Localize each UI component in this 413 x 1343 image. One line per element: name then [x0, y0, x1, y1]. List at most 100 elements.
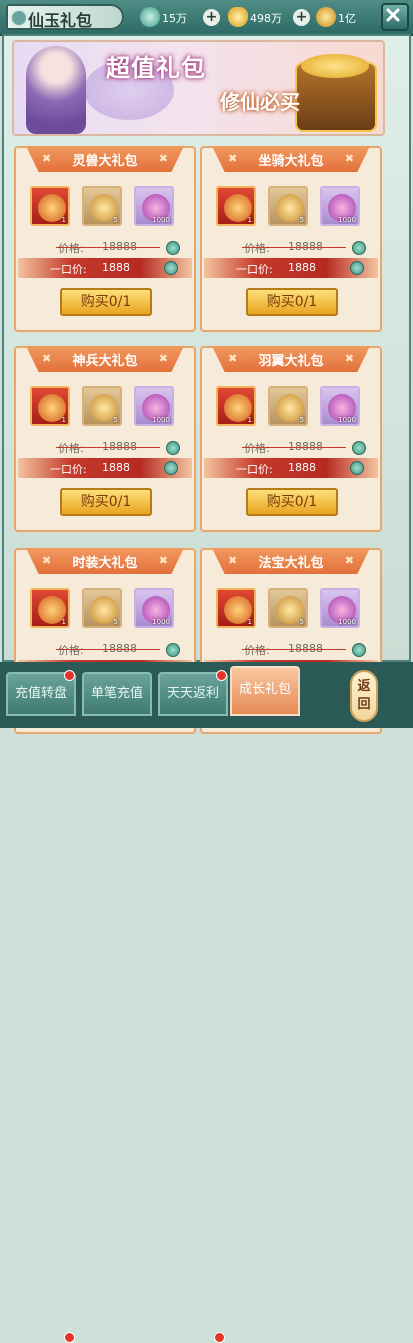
jade-icon [350, 261, 364, 275]
item-count: 1 [247, 618, 252, 626]
deal-label: 一口价: [50, 263, 87, 276]
deal-price: 1888 [102, 461, 130, 474]
deal-price: 1888 [288, 461, 316, 474]
close-button[interactable] [381, 3, 409, 31]
buy-button[interactable]: 购买0/1 [246, 288, 338, 316]
pack-title-banner: ✖ 法宝大礼包 ✖ [212, 548, 370, 574]
back-button[interactable]: 返回 [350, 670, 378, 722]
price-label: 价格: [58, 644, 84, 657]
diamond-ornament-icon: ✖ [158, 352, 168, 365]
jade-icon [352, 643, 366, 657]
reward-item-slot[interactable]: 1000 [320, 386, 360, 426]
reward-item-slot[interactable]: 1000 [134, 386, 174, 426]
item-count: 5 [299, 618, 304, 626]
reward-item-slot[interactable]: 1000 [134, 186, 174, 226]
reward-item-slot[interactable]: 5 [268, 386, 308, 426]
tab-single-recharge[interactable]: 单笔充值 [82, 672, 152, 716]
deal-label: 一口价: [236, 263, 273, 276]
original-price-row: 价格: 18888 [26, 240, 186, 256]
pack-title-banner: ✖ 灵兽大礼包 ✖ [26, 146, 184, 172]
treasure-chest-icon [295, 54, 377, 132]
jade-value: 15万 [162, 12, 187, 25]
promo-banner: 超值礼包 修仙必买 [12, 40, 385, 136]
reward-items: 1 5 1000 [216, 186, 366, 228]
item-count: 1 [61, 618, 66, 626]
reward-item-slot[interactable]: 1 [216, 186, 256, 226]
buy-button[interactable]: 购买0/1 [246, 488, 338, 516]
deal-label: 一口价: [236, 463, 273, 476]
item-count: 1 [61, 216, 66, 224]
reward-item-slot[interactable]: 1000 [134, 588, 174, 628]
price-label: 价格: [244, 442, 270, 455]
tab-growth-pack[interactable]: 成长礼包 [230, 666, 300, 716]
daily-rebate-badge [216, 670, 227, 681]
jade-icon [350, 461, 364, 475]
reward-item-slot[interactable]: 1 [30, 588, 70, 628]
deal-price-row: 一口价: 1888 [18, 258, 192, 278]
top-bar: 仙玉礼包 15万 + 498万 + 1亿 [0, 0, 413, 36]
diamond-ornament-icon: ✖ [344, 152, 354, 165]
item-count: 1 [247, 216, 252, 224]
currency-gold: 498万 [228, 7, 290, 27]
jade-icon [166, 441, 180, 455]
jade-icon [164, 261, 178, 275]
reward-item-slot[interactable]: 1 [216, 386, 256, 426]
reward-item-slot[interactable]: 5 [268, 186, 308, 226]
banner-headline: 超值礼包 [106, 54, 206, 82]
item-count: 1000 [152, 618, 170, 626]
reward-item-slot[interactable]: 5 [82, 186, 122, 226]
deal-price: 1888 [102, 261, 130, 274]
tab-label: 充值转盘 [14, 686, 67, 701]
item-count: 1000 [338, 618, 356, 626]
tab-label: 成长礼包 [238, 682, 291, 697]
banner-subline: 修仙必买 [220, 90, 300, 114]
pack-card: ✖ 神兵大礼包 ✖ 1 5 1000 价格: 18888 一口价: 1888 购… [14, 346, 196, 532]
item-count: 1 [61, 416, 66, 424]
buy-button[interactable]: 购买0/1 [60, 288, 152, 316]
original-price-row: 价格: 18888 [212, 240, 372, 256]
deal-price: 1888 [288, 261, 316, 274]
jade-icon [166, 643, 180, 657]
back-label: 返回 [357, 679, 371, 712]
reward-items: 1 5 1000 [30, 186, 180, 228]
add-gold-button[interactable]: + [293, 9, 310, 26]
reward-item-slot[interactable]: 5 [82, 386, 122, 426]
strikethrough-line [242, 649, 346, 650]
reward-item-slot[interactable]: 1 [30, 186, 70, 226]
reward-item-slot[interactable]: 1000 [320, 588, 360, 628]
strikethrough-line [56, 247, 160, 248]
reward-item-slot[interactable]: 1 [30, 386, 70, 426]
deal-price-row: 一口价: 1888 [204, 258, 378, 278]
reward-item-slot[interactable]: 1 [216, 588, 256, 628]
strikethrough-line [242, 247, 346, 248]
reward-items: 1 5 1000 [216, 386, 366, 428]
deal-price-row: 一口价: 1888 [18, 458, 192, 478]
original-price-row: 价格: 18888 [212, 440, 372, 456]
item-count: 5 [113, 416, 118, 424]
pack-title-banner: ✖ 时装大礼包 ✖ [26, 548, 184, 574]
pack-card: ✖ 坐骑大礼包 ✖ 1 5 1000 价格: 18888 一口价: 1888 购… [200, 146, 382, 332]
reward-items: 1 5 1000 [30, 386, 180, 428]
pack-card: ✖ 灵兽大礼包 ✖ 1 5 1000 价格: 18888 一口价: 1888 购… [14, 146, 196, 332]
item-count: 1000 [338, 416, 356, 424]
item-count: 1000 [152, 216, 170, 224]
reward-item-slot[interactable]: 1000 [320, 186, 360, 226]
price-label: 价格: [58, 242, 84, 255]
strikethrough-line [56, 447, 160, 448]
add-jade-button[interactable]: + [203, 9, 220, 26]
reward-item-slot[interactable]: 5 [82, 588, 122, 628]
diamond-ornament-icon: ✖ [344, 352, 354, 365]
tab-label: 天天返利 [166, 686, 219, 701]
gold-value: 498万 [250, 12, 282, 25]
currency-jade: 15万 [140, 7, 200, 27]
gold-ingot-icon [228, 7, 248, 27]
reward-items: 1 5 1000 [30, 588, 180, 630]
reward-item-slot[interactable]: 5 [268, 588, 308, 628]
jade-icon [164, 461, 178, 475]
window-title: 仙玉礼包 [6, 4, 124, 30]
notification-badge [214, 1332, 225, 1343]
item-count: 1000 [152, 416, 170, 424]
item-count: 5 [113, 216, 118, 224]
buy-button[interactable]: 购买0/1 [60, 488, 152, 516]
jade-icon [140, 7, 160, 27]
